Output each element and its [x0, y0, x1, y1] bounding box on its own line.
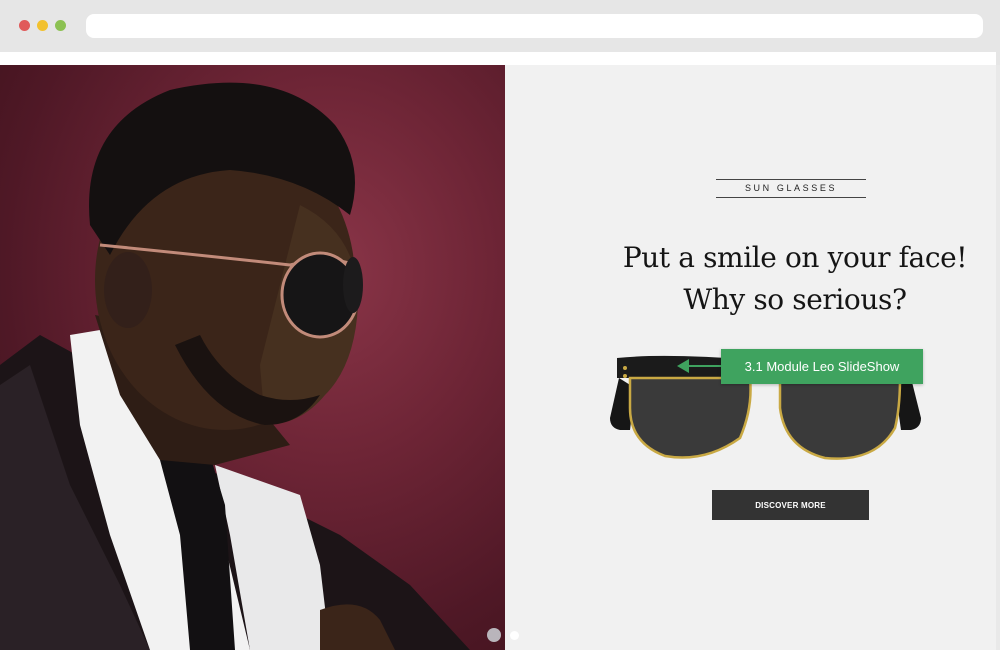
pagination-dot-1[interactable]	[487, 628, 501, 642]
category-label: SUN GLASSES	[716, 179, 866, 198]
discover-more-button[interactable]: DISCOVER MORE	[712, 490, 869, 520]
model-photo	[0, 65, 505, 650]
header-strip	[0, 52, 1000, 65]
browser-chrome	[0, 0, 1000, 52]
address-bar[interactable]	[86, 14, 983, 38]
module-tooltip: 3.1 Module Leo SlideShow	[721, 349, 923, 384]
pagination-dot-2[interactable]	[510, 631, 519, 640]
slide-content: SUN GLASSES Put a smile on your face! Wh…	[505, 65, 1000, 650]
headline-line-2: Why so serious?	[683, 283, 907, 316]
slide-headline: Put a smile on your face! Why so serious…	[600, 237, 990, 321]
close-window-icon[interactable]	[19, 20, 30, 31]
maximize-window-icon[interactable]	[55, 20, 66, 31]
minimize-window-icon[interactable]	[37, 20, 48, 31]
pointer-arrow-icon	[677, 359, 721, 373]
leo-slideshow: SUN GLASSES Put a smile on your face! Wh…	[0, 65, 1000, 650]
headline-line-1: Put a smile on your face!	[622, 241, 968, 274]
